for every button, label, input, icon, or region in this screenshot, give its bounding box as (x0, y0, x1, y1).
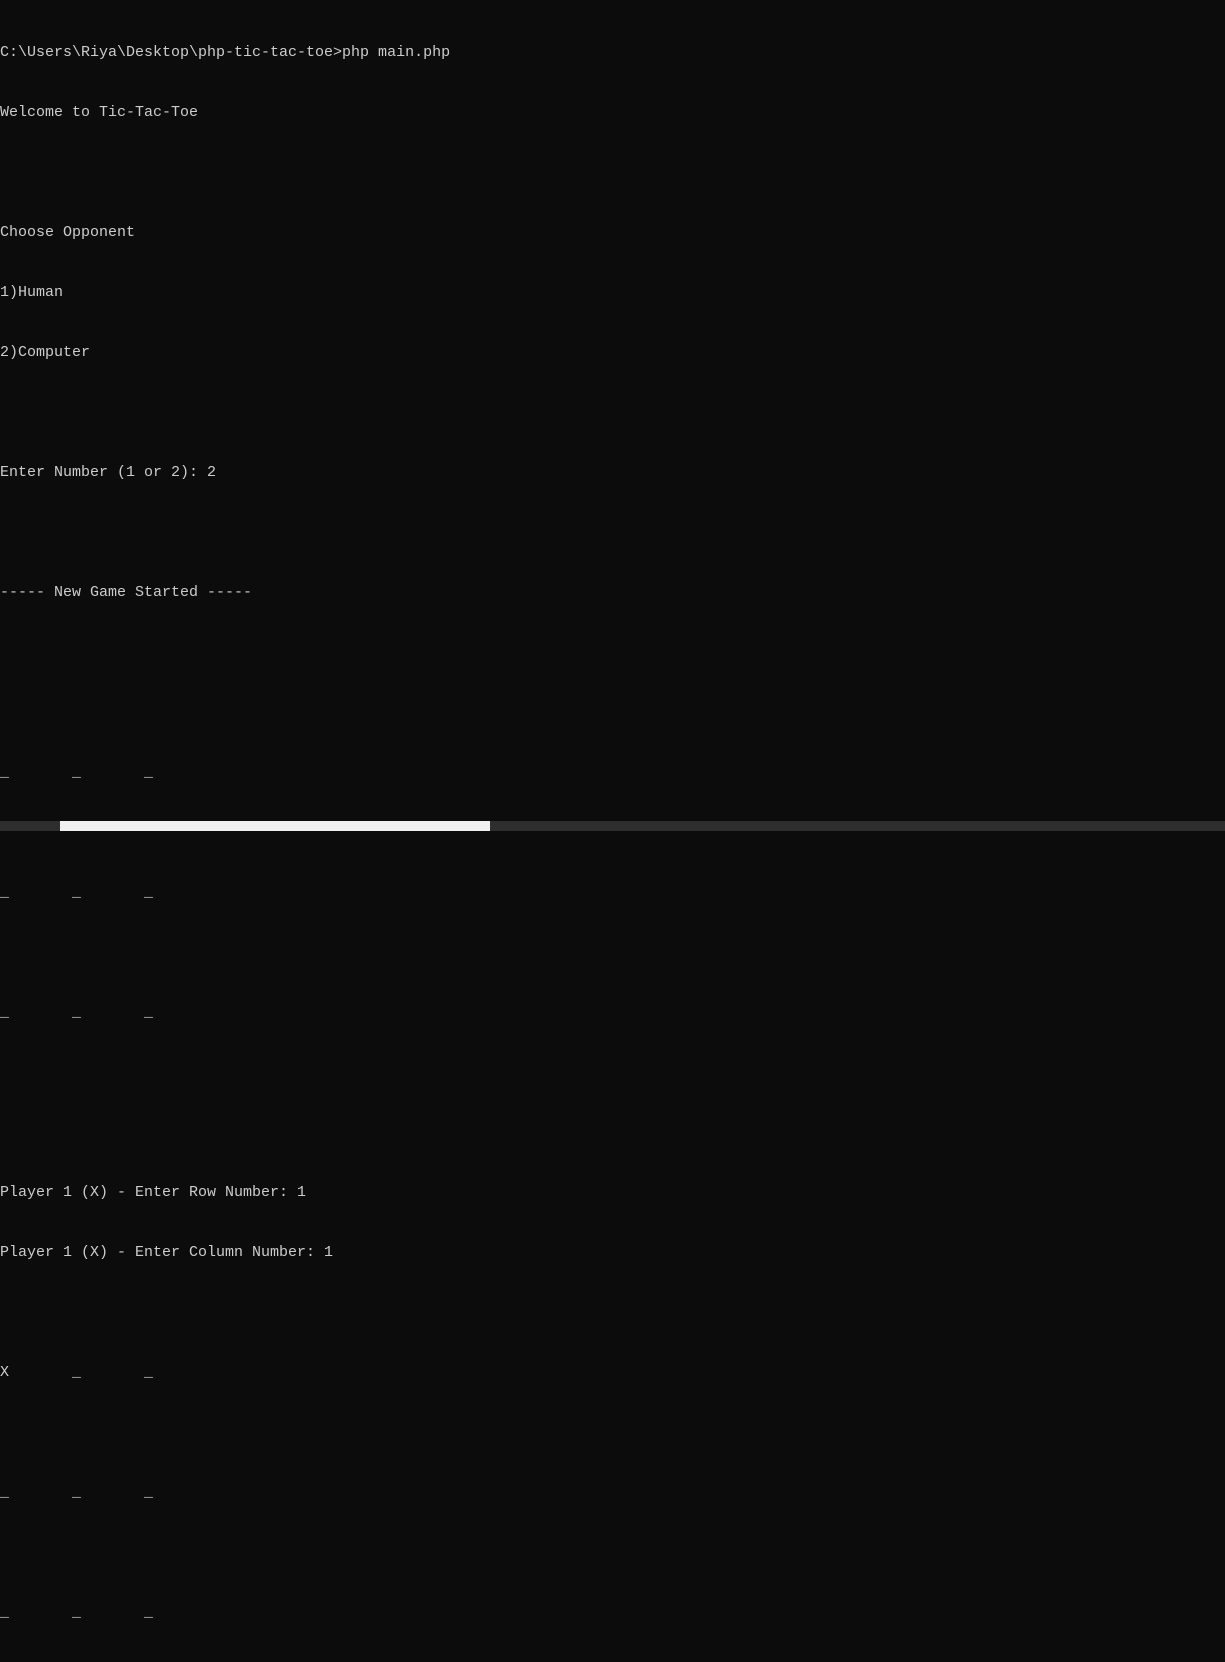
terminal-line: Welcome to Tic-Tac-Toe (0, 103, 1225, 123)
terminal-line: Enter Number (1 or 2): 2 (0, 463, 1225, 483)
terminal-line (0, 523, 1225, 543)
terminal-line (0, 1063, 1225, 1083)
terminal-line: C:\Users\Riya\Desktop\php-tic-tac-toe>ph… (0, 43, 1225, 63)
terminal-line (0, 1423, 1225, 1443)
terminal-line (0, 1543, 1225, 1563)
terminal-line (0, 703, 1225, 723)
horizontal-scrollbar-thumb[interactable] (60, 821, 490, 831)
terminal-line: _ _ _ (0, 763, 1225, 783)
terminal-line: Player 1 (X) - Enter Row Number: 1 (0, 1183, 1225, 1203)
terminal-line (0, 1303, 1225, 1323)
terminal-line (0, 943, 1225, 963)
terminal-line: 2)Computer (0, 343, 1225, 363)
terminal-line: _ _ _ (0, 883, 1225, 903)
terminal-line: _ _ _ (0, 1003, 1225, 1023)
terminal-line (0, 643, 1225, 663)
terminal-line: _ _ _ (0, 1483, 1225, 1503)
terminal-line: Choose Opponent (0, 223, 1225, 243)
terminal-line: X _ _ (0, 1363, 1225, 1383)
terminal-line (0, 403, 1225, 423)
terminal-line: Player 1 (X) - Enter Column Number: 1 (0, 1243, 1225, 1263)
terminal-line (0, 163, 1225, 183)
terminal-output[interactable]: C:\Users\Riya\Desktop\php-tic-tac-toe>ph… (0, 0, 1225, 1662)
terminal-line: ----- New Game Started ----- (0, 583, 1225, 603)
terminal-line: _ _ _ (0, 1603, 1225, 1623)
terminal-line (0, 1123, 1225, 1143)
horizontal-scrollbar-track[interactable] (0, 821, 1225, 831)
terminal-line: 1)Human (0, 283, 1225, 303)
